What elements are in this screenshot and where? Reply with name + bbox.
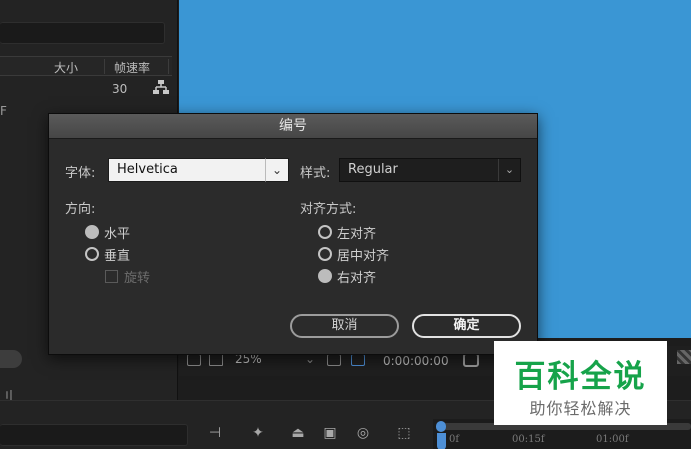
style-value: Regular xyxy=(348,162,398,177)
ruler-tick-label: 00:15f xyxy=(512,434,545,445)
project-search-input[interactable] xyxy=(0,22,165,44)
watermark-logo: 百科全说 助你轻松解决 xyxy=(494,341,667,425)
playhead[interactable] xyxy=(437,433,446,449)
radio-align-right[interactable] xyxy=(318,269,332,283)
column-divider[interactable] xyxy=(168,59,169,74)
motion-blur-icon[interactable]: ◎ xyxy=(354,425,372,441)
ruler-tick-label: 01:00f xyxy=(596,434,629,445)
column-divider[interactable] xyxy=(104,59,105,74)
radio-align-left[interactable] xyxy=(318,225,332,239)
radio-align-right-label[interactable]: 右对齐 xyxy=(337,267,376,286)
project-column-header: 大小 帧速率 xyxy=(0,56,172,76)
direction-label: 方向: xyxy=(65,202,96,217)
region-of-interest-icon[interactable] xyxy=(351,354,365,366)
watermark-subtitle: 助你轻松解决 xyxy=(529,399,632,418)
font-dropdown-button[interactable]: ⌄ xyxy=(265,158,289,182)
dialog-title[interactable]: 编号 xyxy=(49,114,537,139)
draft-3d-icon[interactable]: ✦ xyxy=(249,425,267,441)
chevron-down-icon: ⌄ xyxy=(271,163,283,177)
frame-blending-icon[interactable]: ▣ xyxy=(321,425,339,441)
frame-rate-value: 30 xyxy=(112,82,128,96)
monitor-icon[interactable] xyxy=(209,354,223,366)
ok-button[interactable]: 确定 xyxy=(412,314,521,338)
column-frame-rate[interactable]: 帧速率 xyxy=(114,59,150,76)
flowchart-icon[interactable] xyxy=(152,79,170,95)
shy-layers-icon[interactable]: ⏏ xyxy=(289,425,307,441)
font-input[interactable]: Helvetica xyxy=(108,158,287,182)
preview-icon[interactable] xyxy=(187,354,201,366)
composition-flowchart-icon[interactable]: ⊣ xyxy=(206,425,224,441)
transparency-grid-icon[interactable] xyxy=(677,350,691,364)
alignment-label: 对齐方式: xyxy=(300,202,357,217)
rotate-checkbox[interactable] xyxy=(105,270,118,283)
radio-horizontal[interactable] xyxy=(85,225,99,239)
graph-editor-icon[interactable]: ⬚ xyxy=(395,425,413,441)
work-area-start-handle[interactable] xyxy=(436,421,446,432)
numbers-dialog: 编号 字体: Helvetica ⌄ 样式: Regular ⌄ 方向: 水平 … xyxy=(48,113,538,355)
column-size[interactable]: 大小 xyxy=(54,59,78,76)
style-label: 样式: xyxy=(300,166,331,181)
watermark-title: 百科全说 xyxy=(514,359,647,395)
truncated-label: F xyxy=(0,104,7,118)
current-time-display[interactable]: 0:00:00:00 xyxy=(383,354,449,368)
snapshot-camera-icon[interactable] xyxy=(463,353,479,367)
chevron-down-icon: ⌄ xyxy=(498,159,520,181)
font-label: 字体: xyxy=(65,166,96,181)
radio-align-center-label[interactable]: 居中对齐 xyxy=(337,245,389,264)
timeline-search-input[interactable] xyxy=(0,424,188,446)
rotate-checkbox-label[interactable]: 旋转 xyxy=(124,267,150,286)
zoom-slider-handle[interactable] xyxy=(0,350,22,368)
cancel-button[interactable]: 取消 xyxy=(290,314,399,338)
radio-vertical-label[interactable]: 垂直 xyxy=(104,245,130,264)
resolution-icon[interactable] xyxy=(327,354,341,366)
radio-horizontal-label[interactable]: 水平 xyxy=(104,223,130,242)
radio-align-center[interactable] xyxy=(318,247,332,261)
radio-vertical[interactable] xyxy=(85,247,99,261)
style-select[interactable]: Regular ⌄ xyxy=(339,158,521,182)
radio-align-left-label[interactable]: 左对齐 xyxy=(337,223,376,242)
ruler-tick-label: 0f xyxy=(449,434,460,445)
